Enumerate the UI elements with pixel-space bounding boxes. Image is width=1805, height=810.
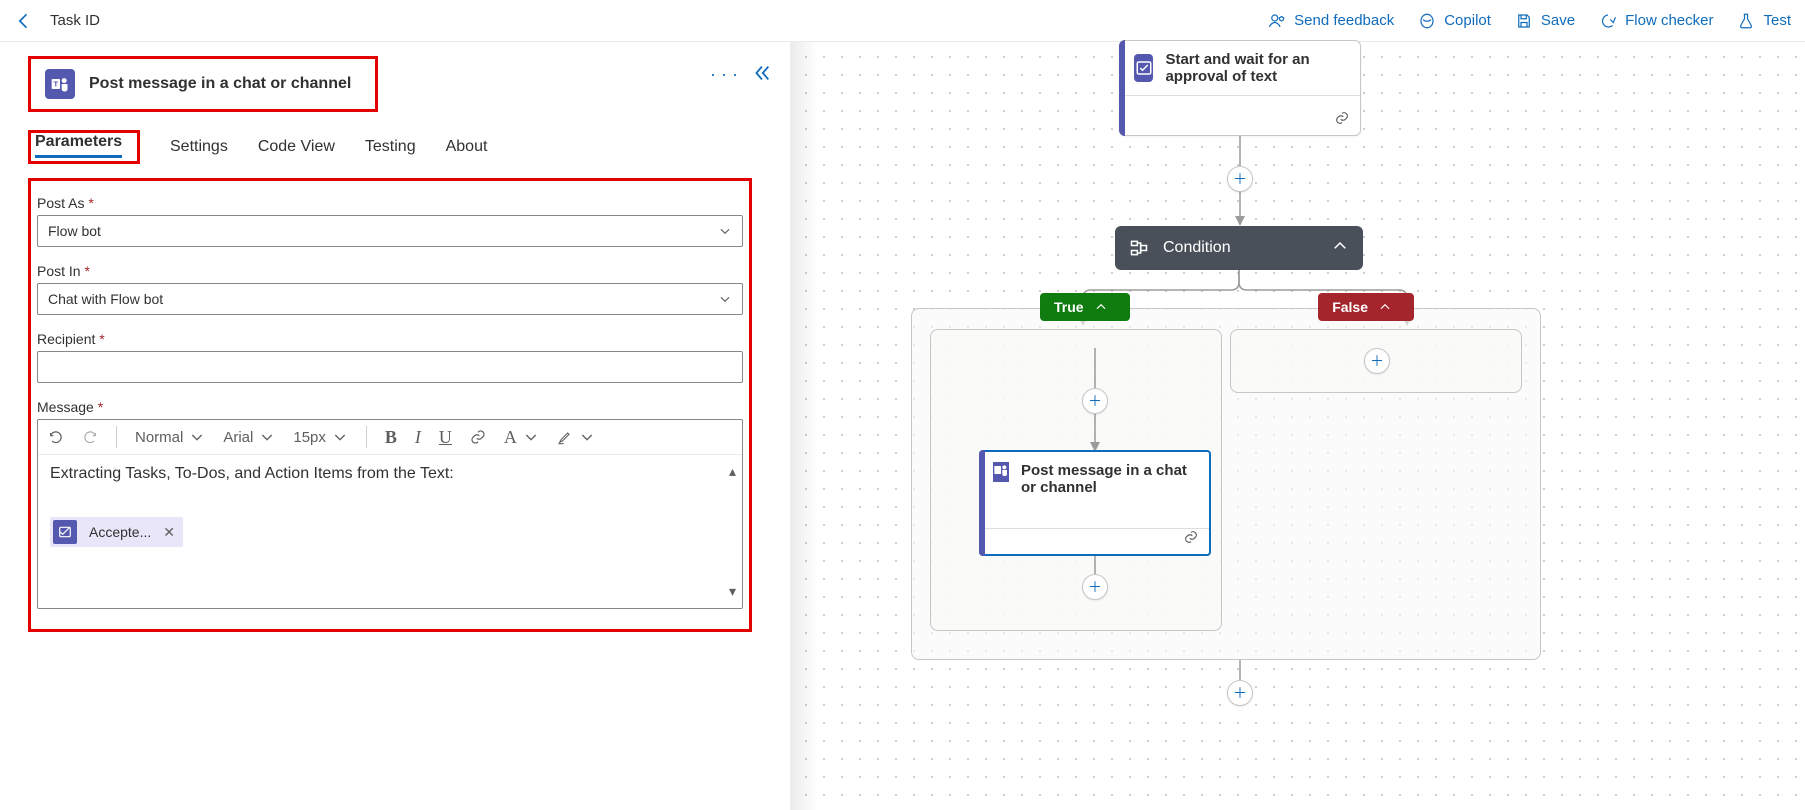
breadcrumb: Task ID	[50, 12, 100, 29]
message-label: Message *	[37, 399, 743, 415]
recipient-input[interactable]	[37, 351, 743, 383]
tab-settings[interactable]: Settings	[170, 130, 228, 164]
more-button[interactable]: · · ·	[710, 64, 738, 85]
condition-icon	[1129, 238, 1149, 258]
test-button[interactable]: Test	[1737, 12, 1791, 30]
message-editor[interactable]: Normal Arial 15px B I U A Extracting Tas…	[37, 419, 743, 609]
highlight-button[interactable]	[557, 429, 595, 445]
collapse-panel-button[interactable]	[750, 62, 772, 87]
post-as-value: Flow bot	[48, 223, 101, 239]
top-bar: Task ID Send feedback Copilot Save Flow …	[0, 0, 1805, 42]
tab-code-view[interactable]: Code View	[258, 130, 335, 164]
tab-parameters[interactable]: Parameters	[35, 125, 122, 158]
false-branch-label[interactable]: False	[1318, 293, 1414, 321]
chevron-down-icon	[718, 292, 732, 306]
false-branch-box: ＋	[1230, 329, 1522, 393]
parameters-form: Post As * Flow bot Post In * Chat with F…	[28, 178, 752, 632]
rte-toolbar: Normal Arial 15px B I U A	[38, 420, 742, 455]
true-branch-label[interactable]: True	[1040, 293, 1130, 321]
chevron-down-icon	[718, 224, 732, 238]
back-button[interactable]	[14, 11, 34, 31]
send-feedback-label: Send feedback	[1294, 12, 1394, 29]
add-step-true-button[interactable]: ＋	[1082, 388, 1108, 414]
message-body[interactable]: Extracting Tasks, To-Dos, and Action Ite…	[38, 455, 742, 608]
add-step-bottom-button[interactable]: ＋	[1227, 680, 1253, 706]
tabs-row: Parameters Settings Code View Testing Ab…	[28, 130, 770, 164]
save-button[interactable]: Save	[1515, 12, 1575, 30]
svg-text:T: T	[54, 80, 59, 89]
token-remove-button[interactable]: ✕	[163, 524, 175, 541]
action-card-header[interactable]: T Post message in a chat or channel	[28, 56, 378, 112]
test-label: Test	[1763, 12, 1791, 29]
post-as-select[interactable]: Flow bot	[37, 215, 743, 247]
post-in-label: Post In *	[37, 263, 743, 279]
flow-canvas[interactable]: Start and wait for an approval of text ＋…	[790, 42, 1805, 810]
add-step-button[interactable]: ＋	[1227, 166, 1253, 192]
underline-button[interactable]: U	[439, 427, 452, 448]
message-text: Extracting Tasks, To-Dos, and Action Ite…	[50, 465, 730, 483]
redo-button[interactable]	[82, 429, 98, 445]
teams-icon	[993, 462, 1009, 482]
link-icon	[1183, 529, 1199, 548]
style-dropdown[interactable]: Normal	[135, 429, 205, 446]
link-button[interactable]	[470, 429, 486, 445]
post-as-label: Post As *	[37, 195, 743, 211]
post-node-title: Post message in a chat or channel	[1021, 462, 1197, 496]
action-title: Post message in a chat or channel	[89, 75, 351, 93]
post-message-node[interactable]: Post message in a chat or channel	[979, 450, 1211, 556]
font-color-button[interactable]: A	[504, 427, 539, 448]
recipient-label: Recipient *	[37, 331, 743, 347]
true-branch-box: ＋ Post message in a chat or channel	[930, 329, 1222, 631]
approval-node[interactable]: Start and wait for an approval of text	[1119, 40, 1361, 136]
approval-title: Start and wait for an approval of text	[1165, 51, 1346, 85]
flow-checker-label: Flow checker	[1625, 12, 1713, 29]
teams-icon: T	[45, 69, 75, 99]
bold-button[interactable]: B	[385, 427, 397, 448]
post-in-value: Chat with Flow bot	[48, 291, 163, 307]
chevron-up-icon	[1331, 237, 1349, 260]
details-panel: · · · T Post message in a chat or channe…	[0, 42, 790, 810]
flow-checker-button[interactable]: Flow checker	[1599, 12, 1713, 30]
font-dropdown[interactable]: Arial	[223, 429, 275, 446]
chevron-up-icon	[1094, 300, 1108, 314]
send-feedback-button[interactable]: Send feedback	[1268, 12, 1394, 30]
copilot-button[interactable]: Copilot	[1418, 12, 1491, 30]
tab-testing[interactable]: Testing	[365, 130, 416, 164]
condition-title: Condition	[1163, 239, 1231, 257]
token-icon	[53, 520, 77, 544]
condition-branches: True False ＋ P	[911, 308, 1541, 660]
scroll-up-icon[interactable]: ▴	[729, 463, 736, 480]
post-in-select[interactable]: Chat with Flow bot	[37, 283, 743, 315]
size-dropdown[interactable]: 15px	[293, 429, 348, 446]
add-step-after-post-button[interactable]: ＋	[1082, 574, 1108, 600]
dynamic-token[interactable]: Accepte... ✕	[50, 517, 183, 547]
chevron-up-icon	[1378, 300, 1392, 314]
tab-about[interactable]: About	[446, 130, 488, 164]
save-label: Save	[1541, 12, 1575, 29]
token-label: Accepte...	[89, 524, 151, 540]
italic-button[interactable]: I	[415, 427, 421, 448]
add-step-false-button[interactable]: ＋	[1364, 348, 1390, 374]
link-icon	[1334, 110, 1350, 129]
undo-button[interactable]	[48, 429, 64, 445]
condition-node[interactable]: Condition	[1115, 226, 1363, 270]
scroll-down-icon[interactable]: ▾	[729, 583, 736, 600]
approval-icon	[1134, 54, 1153, 82]
copilot-label: Copilot	[1444, 12, 1491, 29]
